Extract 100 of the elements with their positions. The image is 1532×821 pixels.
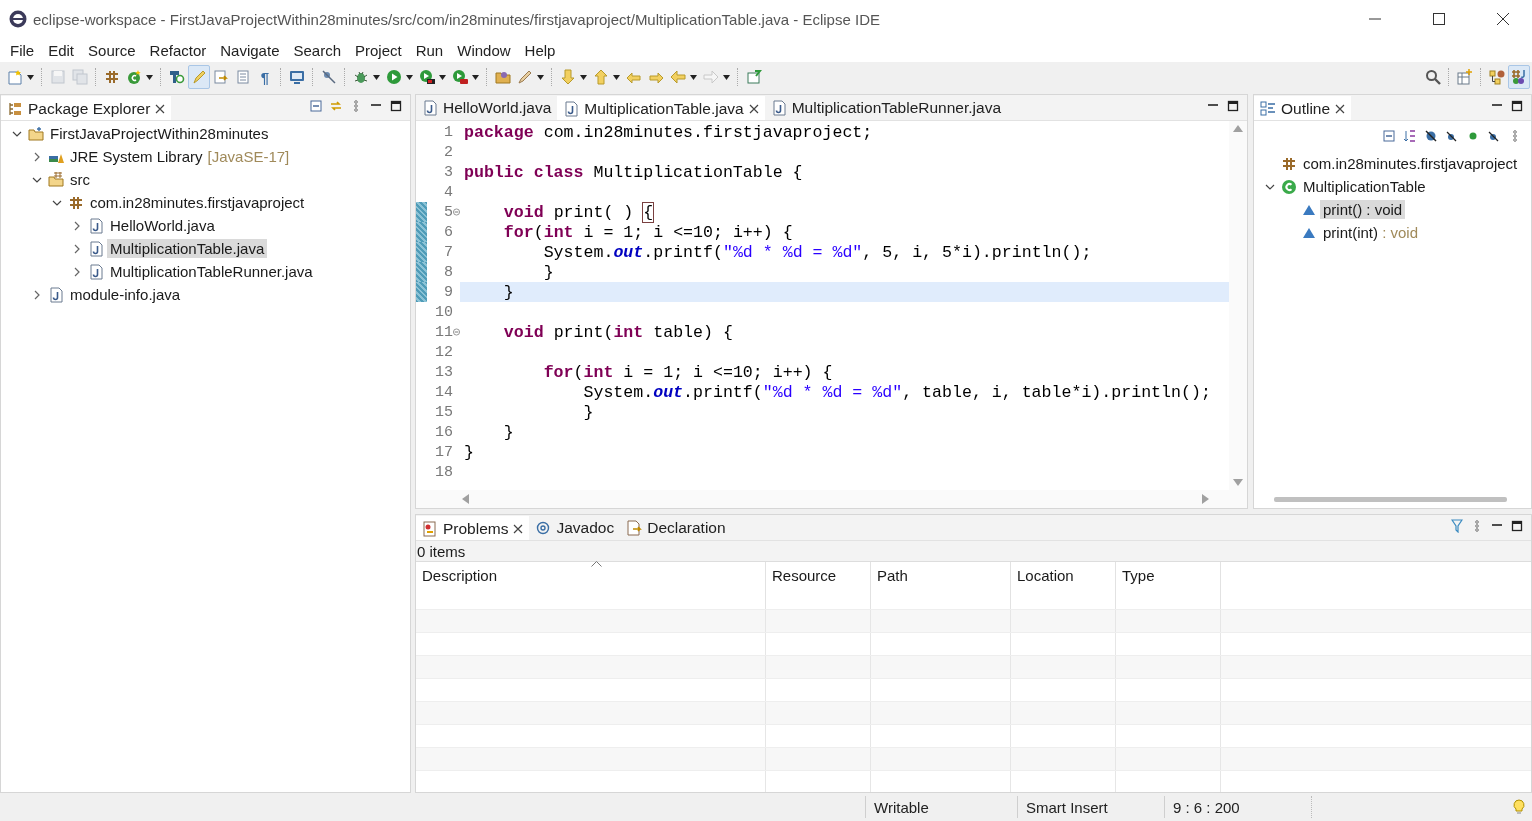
line-number: 6 [443, 223, 453, 241]
maximize-icon[interactable] [1511, 99, 1523, 112]
code-line: System.out.printf("%d * %d = %d", 5, i, 5*i).println(); [542, 242, 1092, 262]
caret-icon[interactable] [580, 74, 587, 80]
chevron-right-icon[interactable] [74, 266, 80, 277]
tree-item[interactable]: HelloWorld.java [107, 216, 218, 235]
maximize-icon[interactable] [390, 99, 402, 112]
close-icon[interactable] [155, 104, 166, 114]
pilcrow-button[interactable]: ¶ [254, 65, 276, 89]
view-tab[interactable]: HelloWorld.java [416, 96, 558, 120]
code-line: void print( ) { [502, 202, 654, 222]
chevron-down-icon[interactable] [32, 176, 42, 183]
package-folder-icon [48, 171, 64, 188]
item-count: 0 items [416, 541, 1531, 561]
collapse-all-icon[interactable] [1383, 130, 1395, 142]
outline-icon [1260, 101, 1276, 117]
chevron-right-icon[interactable] [74, 220, 80, 231]
hide-local-icon[interactable] [1488, 130, 1500, 142]
scroll-up-icon[interactable] [1233, 125, 1243, 132]
close-icon[interactable] [1335, 104, 1346, 114]
chevron-right-icon[interactable] [74, 243, 80, 254]
folder-icon [495, 69, 511, 85]
filter-icon[interactable] [1451, 518, 1463, 533]
collapse-all-icon[interactable] [310, 99, 322, 112]
view-tab[interactable]: MultiplicationTable.java [557, 96, 765, 120]
code-line: for(int i = 1; i <=10; i++) { [542, 362, 833, 382]
code-line: void print(int table) { [502, 322, 733, 342]
menu-item[interactable]: Edit [41, 41, 82, 59]
view-tab[interactable]: Declaration [620, 516, 732, 540]
lightbulb-icon[interactable] [1512, 799, 1526, 815]
menu-item[interactable]: File [3, 41, 42, 59]
menu-item[interactable]: Search [286, 41, 348, 59]
view-tab[interactable]: Package Explorer [1, 96, 172, 120]
tree-item[interactable]: com.in28minutes.firstjavaproject [1300, 154, 1521, 173]
tree-item[interactable]: print() : void [1320, 200, 1406, 219]
at-sign-icon [535, 520, 552, 536]
code-line: } [502, 422, 514, 442]
menu-item[interactable]: Window [450, 41, 518, 59]
chevron-down-icon[interactable] [1265, 183, 1275, 190]
tree-item[interactable]: MultiplicationTable.java [107, 239, 268, 258]
view-tab[interactable]: Problems [416, 516, 530, 540]
scroll-down-icon[interactable] [1233, 479, 1243, 486]
caret-icon[interactable] [537, 74, 544, 80]
sort-caret-icon[interactable] [590, 561, 602, 567]
scroll-right-icon[interactable] [1202, 494, 1209, 504]
view-tab[interactable]: Outline [1254, 96, 1352, 120]
package-explorer-icon [7, 101, 23, 117]
menu-item[interactable]: Project [348, 41, 409, 59]
menu-item[interactable]: Run [408, 41, 451, 59]
line-number: 14 [434, 383, 453, 401]
hide-fields-icon[interactable] [1425, 130, 1437, 142]
dot-icon[interactable] [1467, 130, 1479, 142]
package-icon [1281, 155, 1297, 172]
caret-icon[interactable] [613, 74, 620, 80]
package-icon [68, 194, 84, 211]
chevron-down-icon[interactable] [52, 199, 62, 206]
caret-icon[interactable] [27, 74, 34, 80]
tree-item[interactable]: MultiplicationTable [1300, 177, 1429, 196]
java-file-icon [88, 263, 104, 280]
menu-item[interactable]: Refactor [142, 41, 214, 59]
java-perspective-button[interactable] [1508, 65, 1530, 89]
window-title: eclipse-workspace - FirstJavaProjectWithin28minutes/src/com/in28minutes/firstjavaproject/MultiplicationTable.java - Eclipse IDE [33, 10, 881, 28]
scroll-left-icon[interactable] [462, 494, 469, 504]
tree-item[interactable]: JRE System Library [JavaSE-17] [67, 147, 293, 166]
collapse-icon[interactable] [453, 208, 460, 216]
maximize-icon[interactable] [1227, 99, 1239, 112]
menu-item[interactable]: Help [517, 41, 563, 59]
chevron-right-icon[interactable] [34, 289, 40, 300]
close-icon[interactable] [513, 524, 524, 534]
tree-item[interactable]: MultiplicationTableRunner.java [107, 262, 316, 281]
vertical-scrollbar[interactable] [1229, 121, 1247, 490]
tree-item[interactable]: module-info.java [67, 285, 184, 304]
chevron-down-icon[interactable] [12, 130, 22, 137]
horizontal-scrollbar[interactable] [416, 490, 1247, 508]
menu-item[interactable]: Navigate [213, 41, 287, 59]
close-icon[interactable] [748, 104, 759, 114]
chevron-right-icon[interactable] [34, 151, 40, 162]
caret-icon[interactable] [690, 74, 697, 80]
caret-icon[interactable] [472, 74, 479, 80]
view-tab[interactable]: Javadoc [529, 516, 621, 540]
view-tab[interactable]: MultiplicationTableRunner.java [764, 96, 1008, 120]
document-icon [235, 69, 251, 85]
status-field: Writable [865, 796, 1017, 818]
menu-item[interactable]: Source [81, 41, 143, 59]
code-line: System.out.printf("%d * %d = %d", table, i, table*i).println(); [582, 382, 1211, 402]
class-icon [126, 69, 142, 85]
tree-item[interactable]: com.in28minutes.firstjavaproject [87, 193, 308, 212]
caret-icon[interactable] [373, 74, 380, 80]
tree-item[interactable]: src [67, 170, 93, 189]
caret-icon[interactable] [439, 74, 446, 80]
run-icon [386, 69, 402, 85]
tree-item[interactable]: FirstJavaProjectWithin28minutes [47, 124, 272, 143]
sort-icon[interactable] [1404, 130, 1416, 142]
caret-icon[interactable] [406, 74, 413, 80]
collapse-icon[interactable] [453, 328, 460, 336]
maximize-icon[interactable] [1511, 519, 1523, 532]
caret-icon[interactable] [146, 74, 153, 80]
hide-static-icon[interactable] [1446, 130, 1458, 142]
up-arrow-icon [593, 69, 609, 85]
tree-item[interactable]: print(int) : void [1320, 223, 1422, 242]
